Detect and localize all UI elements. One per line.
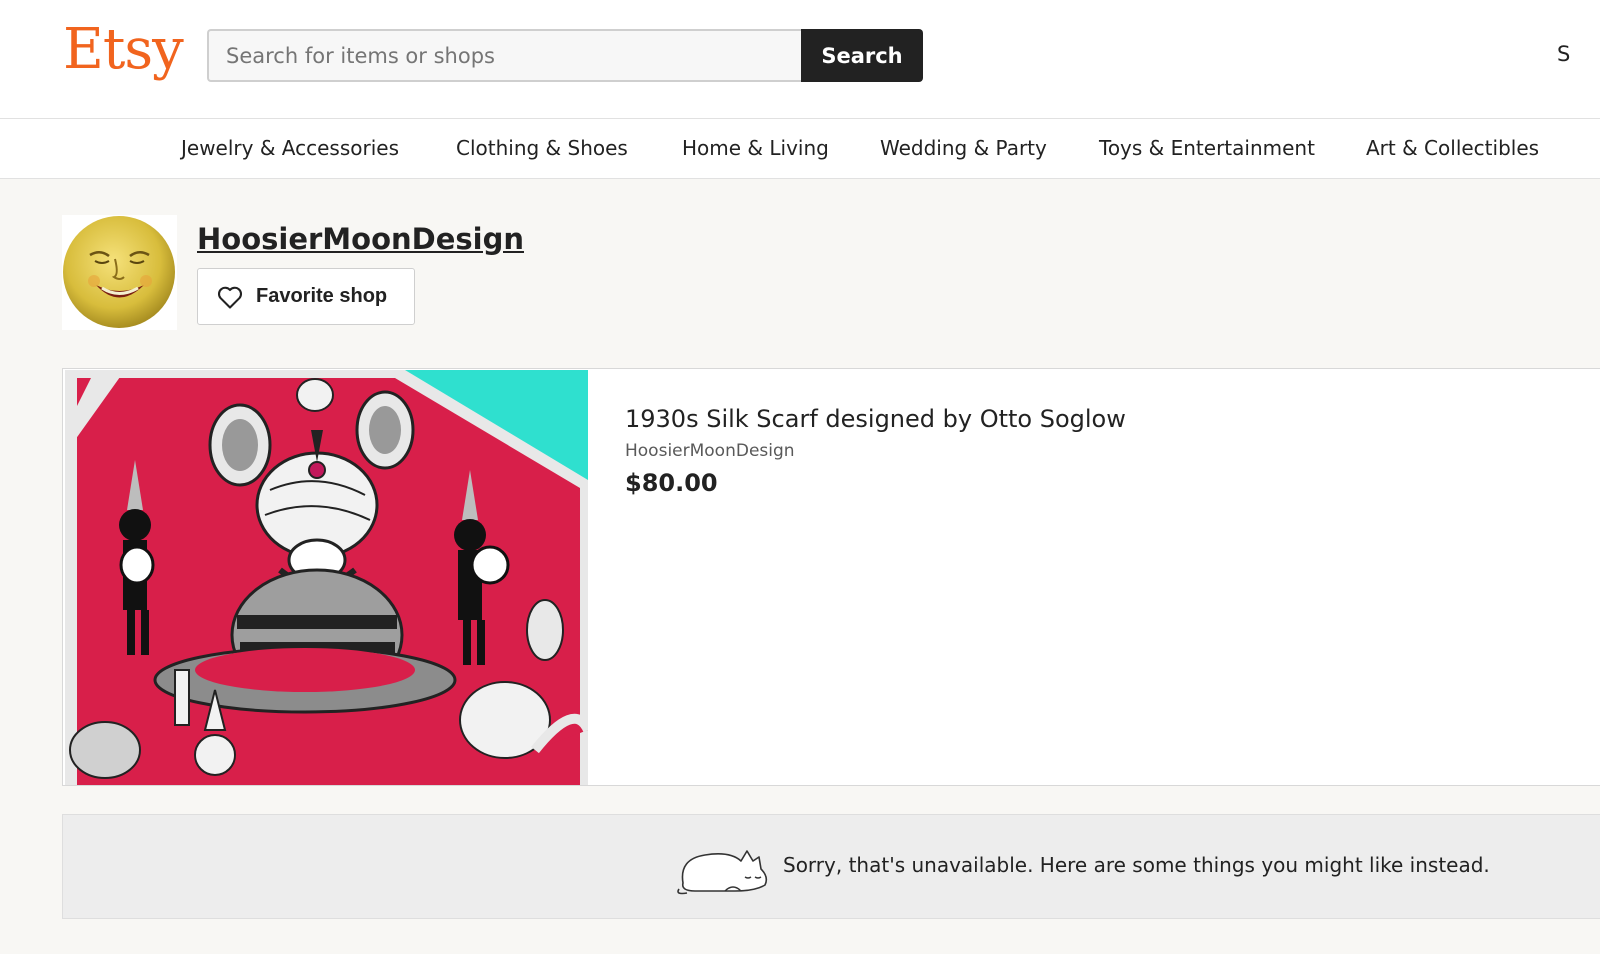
nav-jewelry-accessories[interactable]: Jewelry & Accessories bbox=[181, 136, 399, 160]
nav-home-living[interactable]: Home & Living bbox=[682, 136, 829, 160]
favorite-shop-button[interactable]: Favorite shop bbox=[197, 268, 415, 325]
search-button[interactable]: Search bbox=[801, 29, 923, 82]
nav-wedding-party[interactable]: Wedding & Party bbox=[880, 136, 1047, 160]
favorite-shop-label: Favorite shop bbox=[256, 285, 388, 307]
nav-toys-entertainment[interactable]: Toys & Entertainment bbox=[1099, 136, 1315, 160]
search-input[interactable] bbox=[207, 29, 801, 82]
listing-shop-name: HoosierMoonDesign bbox=[625, 441, 795, 461]
shop-name-link[interactable]: HoosierMoonDesign bbox=[197, 222, 524, 256]
unavailable-message: Sorry, that's unavailable. Here are some… bbox=[783, 853, 1490, 877]
unavailable-notice: Sorry, that's unavailable. Here are some… bbox=[62, 814, 1600, 919]
listing-title[interactable]: 1930s Silk Scarf designed by Otto Soglow bbox=[625, 405, 1126, 433]
silk-scarf-photo-icon bbox=[65, 370, 588, 785]
category-nav: Jewelry & Accessories Clothing & Shoes H… bbox=[0, 118, 1600, 179]
listing-image[interactable] bbox=[65, 370, 588, 785]
etsy-logo[interactable]: Etsy bbox=[63, 22, 184, 78]
nav-art-collectibles[interactable]: Art & Collectibles bbox=[1366, 136, 1539, 160]
sleeping-cat-icon bbox=[677, 850, 768, 895]
listing-card[interactable]: 1930s Silk Scarf designed by Otto Soglow… bbox=[62, 368, 1600, 786]
search-bar: Search bbox=[207, 29, 923, 82]
listing-price: $80.00 bbox=[625, 469, 718, 497]
shop-avatar[interactable] bbox=[62, 215, 177, 330]
heart-icon bbox=[216, 283, 244, 311]
header-truncated-link[interactable]: S bbox=[1557, 42, 1570, 66]
site-header: Etsy Search S bbox=[0, 0, 1600, 118]
moon-face-avatar-icon bbox=[62, 215, 177, 330]
nav-clothing-shoes[interactable]: Clothing & Shoes bbox=[456, 136, 628, 160]
